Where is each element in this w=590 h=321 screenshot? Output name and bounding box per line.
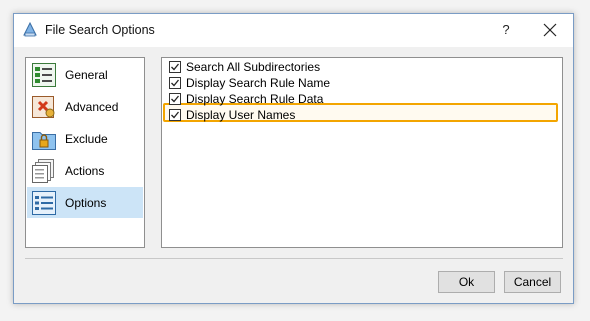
nav-label-exclude: Exclude bbox=[65, 132, 108, 146]
nav-item-advanced[interactable]: Advanced bbox=[27, 91, 143, 122]
options-list-icon bbox=[31, 190, 57, 216]
nav-item-exclude[interactable]: Exclude bbox=[27, 123, 143, 154]
checkmark-icon bbox=[171, 63, 180, 71]
option-label: Search All Subdirectories bbox=[186, 60, 321, 74]
nav-label-general: General bbox=[65, 68, 108, 82]
option-label: Display Search Rule Name bbox=[186, 76, 331, 90]
options-panel: Search All Subdirectories Display Search… bbox=[161, 57, 563, 248]
close-icon bbox=[543, 23, 557, 37]
checkmark-icon bbox=[171, 111, 180, 119]
nav-item-actions[interactable]: Actions bbox=[27, 155, 143, 186]
checkbox[interactable] bbox=[169, 61, 181, 73]
nav-label-actions: Actions bbox=[65, 164, 105, 178]
nav-item-general[interactable]: General bbox=[27, 59, 143, 90]
window-title: File Search Options bbox=[45, 23, 155, 37]
actions-pages-icon bbox=[31, 158, 57, 184]
divider bbox=[25, 258, 563, 259]
nav-label-advanced: Advanced bbox=[65, 100, 119, 114]
checkmark-icon bbox=[171, 95, 180, 103]
app-icon bbox=[22, 21, 38, 38]
checkmark-icon bbox=[171, 79, 180, 87]
general-list-icon bbox=[31, 62, 57, 88]
option-label: Display User Names bbox=[186, 108, 296, 122]
category-list: General Advanced Exclude Actions Options bbox=[25, 57, 145, 248]
nav-label-options: Options bbox=[65, 196, 107, 210]
option-label: Display Search Rule Data bbox=[186, 92, 324, 106]
cancel-button[interactable]: Cancel bbox=[504, 271, 561, 293]
checkbox[interactable] bbox=[169, 93, 181, 105]
nav-item-options[interactable]: Options bbox=[27, 187, 143, 218]
ok-button[interactable]: Ok bbox=[438, 271, 495, 293]
title-bar: File Search Options ? bbox=[14, 14, 573, 47]
advanced-icon bbox=[31, 94, 57, 120]
exclude-folder-lock-icon bbox=[31, 126, 57, 152]
close-button[interactable] bbox=[528, 15, 572, 45]
checkbox[interactable] bbox=[169, 109, 181, 121]
help-button[interactable]: ? bbox=[491, 15, 521, 45]
file-search-options-dialog: File Search Options ? General Advanced E… bbox=[13, 13, 574, 304]
checkbox[interactable] bbox=[169, 77, 181, 89]
